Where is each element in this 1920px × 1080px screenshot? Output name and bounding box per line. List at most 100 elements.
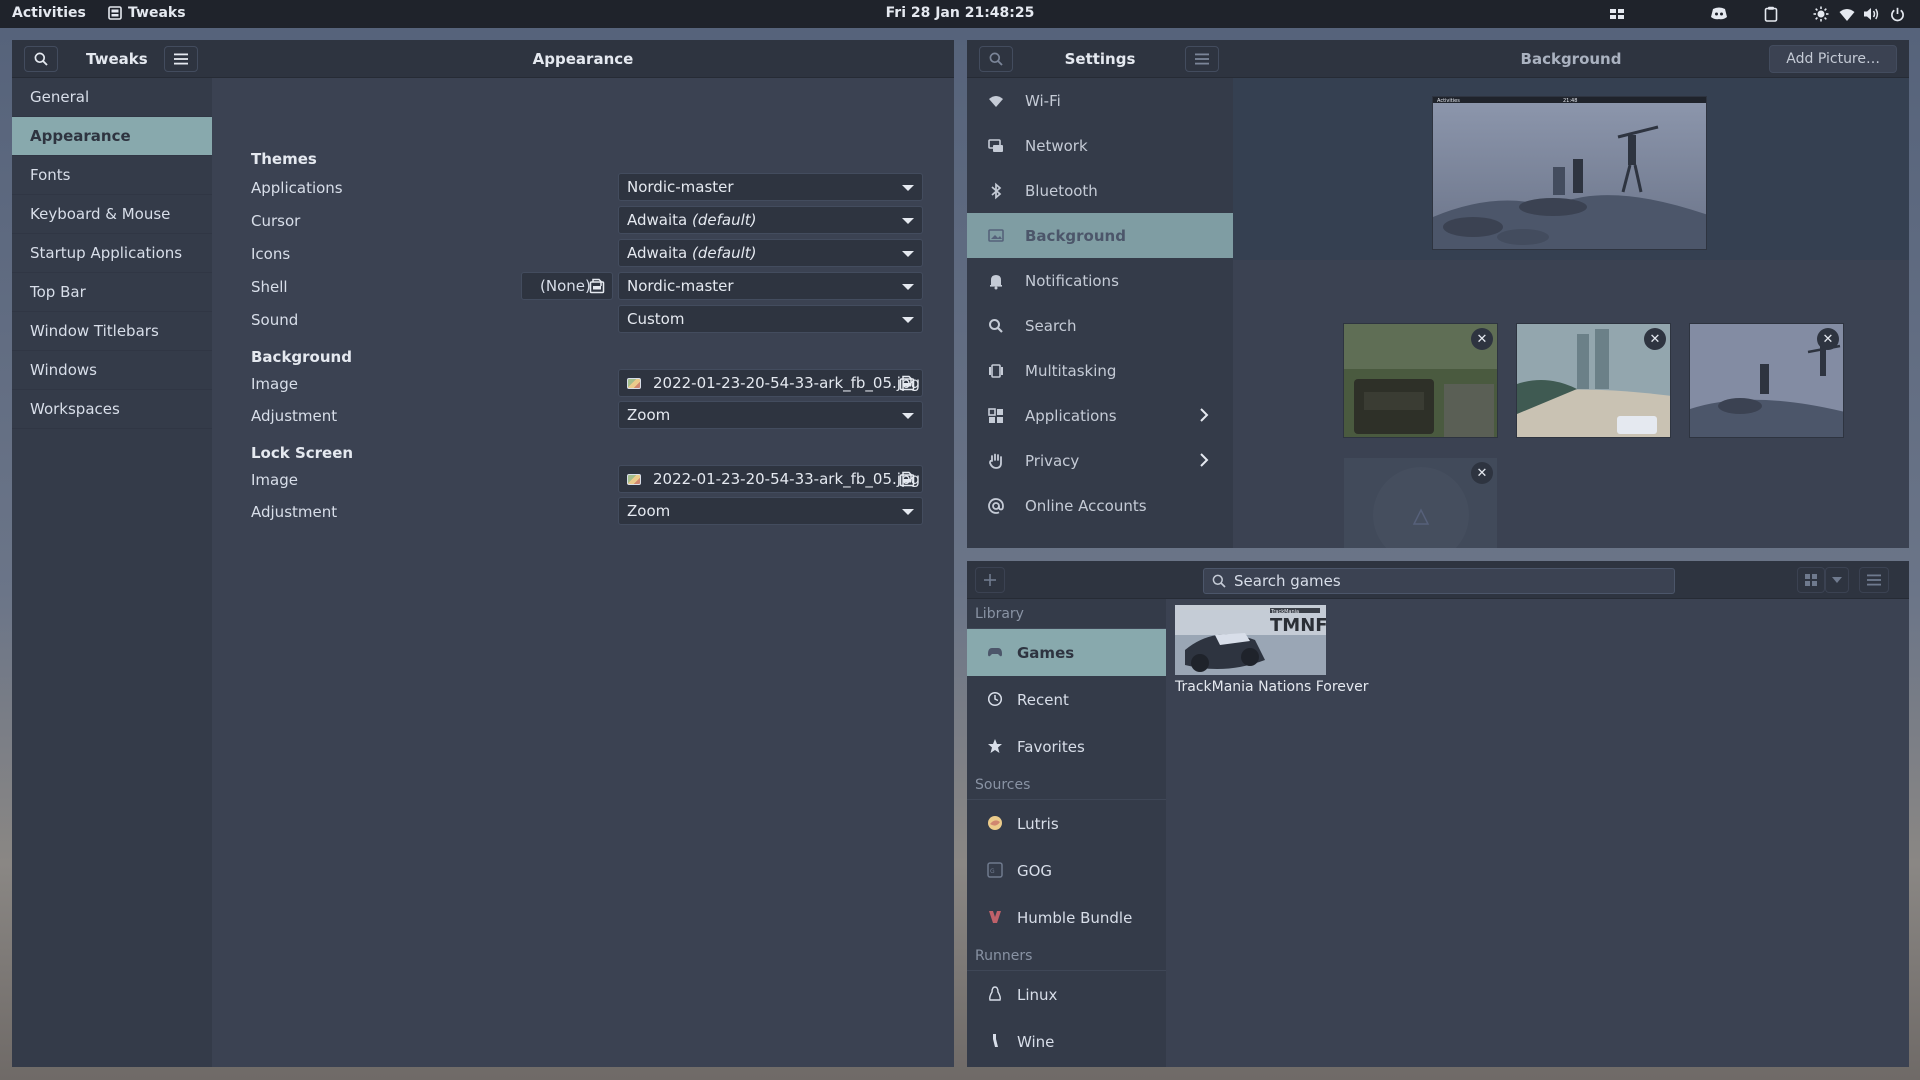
- lockscreen-image-label: Image: [251, 471, 298, 489]
- image-file-icon: [627, 377, 641, 389]
- sidebar-item-general[interactable]: General: [12, 78, 212, 117]
- lockscreen-adjustment-combo[interactable]: Zoom: [618, 497, 923, 525]
- sidebar-item-applications[interactable]: Applications: [967, 393, 1233, 438]
- sidebar-item-fonts[interactable]: Fonts: [12, 156, 212, 195]
- tweaks-menu-button[interactable]: [164, 46, 198, 72]
- sidebar-item-favorites[interactable]: Favorites: [967, 723, 1166, 770]
- wallpaper-thumbnail-1[interactable]: ✕: [1343, 323, 1498, 438]
- library-category-label: Library: [967, 599, 1166, 629]
- window-switcher-icon[interactable]: [1602, 4, 1632, 24]
- sidebar-item-lutris[interactable]: Lutris: [967, 800, 1166, 847]
- sidebar-item-humble-bundle[interactable]: Humble Bundle: [967, 894, 1166, 941]
- background-preview-image: Activities 21:48: [1433, 97, 1706, 249]
- discord-icon[interactable]: [1704, 4, 1734, 24]
- combo-value: Nordic-master: [627, 178, 734, 196]
- sidebar-item-search[interactable]: Search: [967, 303, 1233, 348]
- preview-topbar-clock: 21:48: [1563, 98, 1577, 104]
- applications-theme-combo[interactable]: Nordic-master: [618, 173, 923, 201]
- add-picture-button[interactable]: Add Picture…: [1769, 45, 1897, 73]
- lutris-headerbar: Search games: [967, 561, 1909, 599]
- appearance-panel: Themes Applications Nordic-master Cursor…: [212, 78, 954, 1067]
- lutris-menu-button[interactable]: [1859, 567, 1889, 593]
- bell-icon: [990, 275, 1002, 290]
- remove-wallpaper-button[interactable]: ✕: [1471, 462, 1493, 484]
- lutris-window: Search games Library Games Recent Favori…: [967, 561, 1909, 1067]
- sidebar-item-label: Humble Bundle: [1017, 908, 1133, 927]
- sound-theme-combo[interactable]: Custom: [618, 305, 923, 333]
- shell-none-label: (None): [540, 277, 591, 295]
- network-icon: [988, 139, 1003, 152]
- activities-button[interactable]: Activities: [12, 5, 86, 21]
- sidebar-item-gog[interactable]: G GOG: [967, 847, 1166, 894]
- clipboard-icon[interactable]: [1756, 4, 1786, 24]
- settings-menu-button[interactable]: [1185, 46, 1219, 72]
- dropdown-arrow-icon: [902, 284, 914, 290]
- themes-section-title: Themes: [251, 150, 317, 168]
- volume-icon[interactable]: [1858, 4, 1884, 24]
- shell-file-chooser-button[interactable]: (None): [521, 272, 613, 300]
- wifi-icon[interactable]: [1836, 4, 1858, 24]
- brightness-icon[interactable]: [1806, 4, 1836, 24]
- sidebar-item-online-accounts[interactable]: Online Accounts: [967, 483, 1233, 528]
- wallpaper-thumbnail-2[interactable]: ✕: [1516, 323, 1671, 438]
- search-icon: [1212, 574, 1226, 588]
- cursor-label: Cursor: [251, 212, 301, 230]
- tweaks-page-title: Appearance: [532, 50, 634, 68]
- game-title: TrackMania Nations Forever: [1175, 679, 1369, 695]
- sidebar-item-label: Workspaces: [30, 400, 120, 418]
- sidebar-item-workspaces[interactable]: Workspaces: [12, 390, 212, 429]
- combo-value: Adwaita: [627, 244, 688, 262]
- grid-view-button[interactable]: [1797, 567, 1825, 593]
- sidebar-item-games[interactable]: Games: [967, 629, 1166, 676]
- remove-wallpaper-button[interactable]: ✕: [1644, 328, 1666, 350]
- add-game-button[interactable]: [975, 567, 1005, 593]
- sidebar-item-label: Keyboard & Mouse: [30, 205, 171, 223]
- sidebar-item-bluetooth[interactable]: Bluetooth: [967, 168, 1233, 213]
- humble-icon: [989, 911, 1001, 923]
- sidebar-item-keyboard-mouse[interactable]: Keyboard & Mouse: [12, 195, 212, 234]
- sidebar-item-recent[interactable]: Recent: [967, 676, 1166, 723]
- sidebar-item-startup-applications[interactable]: Startup Applications: [12, 234, 212, 273]
- remove-wallpaper-button[interactable]: ✕: [1817, 328, 1839, 350]
- app-menu[interactable]: Tweaks: [108, 5, 186, 21]
- background-image-chooser[interactable]: 2022-01-23-20-54-33-ark_fb_05.jpg: [618, 369, 923, 397]
- multitasking-icon: [989, 364, 1003, 378]
- wallpaper-thumbnail-3[interactable]: ✕: [1689, 323, 1844, 438]
- sidebar-item-notifications[interactable]: Notifications: [967, 258, 1233, 303]
- icons-label: Icons: [251, 245, 291, 263]
- preview-topbar-activities: Activities: [1437, 98, 1460, 104]
- tweaks-search-button[interactable]: [24, 46, 58, 72]
- chevron-right-icon: [1200, 453, 1209, 467]
- sidebar-item-appearance[interactable]: Appearance: [12, 117, 212, 156]
- sidebar-item-window-titlebars[interactable]: Window Titlebars: [12, 312, 212, 351]
- sidebar-item-linux[interactable]: Linux: [967, 971, 1166, 1018]
- sidebar-item-wine[interactable]: Wine: [967, 1018, 1166, 1065]
- sidebar-item-multitasking[interactable]: Multitasking: [967, 348, 1233, 393]
- game-cover-logo: TMNF: [1270, 615, 1326, 636]
- icons-theme-combo[interactable]: Adwaita (default): [618, 239, 923, 267]
- sidebar-item-background[interactable]: Background: [967, 213, 1233, 258]
- background-adjustment-combo[interactable]: Zoom: [618, 401, 923, 429]
- dropdown-arrow-icon: [902, 185, 914, 191]
- game-search-input[interactable]: Search games: [1203, 568, 1675, 594]
- search-placeholder: Search games: [1234, 572, 1341, 590]
- combo-default-suffix: (default): [692, 244, 757, 262]
- sidebar-item-wifi[interactable]: Wi-Fi: [967, 78, 1233, 123]
- lockscreen-image-chooser[interactable]: 2022-01-23-20-54-33-ark_fb_05.jpg: [618, 465, 923, 493]
- clock[interactable]: Fri 28 Jan 21:48:25: [886, 5, 1035, 21]
- sidebar-item-windows[interactable]: Windows: [12, 351, 212, 390]
- cursor-theme-combo[interactable]: Adwaita (default): [618, 206, 923, 234]
- app-menu-label: Tweaks: [128, 5, 186, 21]
- tweaks-window: Tweaks Appearance General Appearance Fon…: [12, 40, 954, 1067]
- sidebar-item-privacy[interactable]: Privacy: [967, 438, 1233, 483]
- wallpaper-thumbnail-4[interactable]: ✕: [1343, 457, 1498, 548]
- view-options-dropdown[interactable]: [1825, 567, 1849, 593]
- sound-label: Sound: [251, 311, 299, 329]
- power-icon[interactable]: [1884, 4, 1910, 24]
- sidebar-item-network[interactable]: Network: [967, 123, 1233, 168]
- sidebar-item-top-bar[interactable]: Top Bar: [12, 273, 212, 312]
- shell-theme-combo[interactable]: Nordic-master: [618, 272, 923, 300]
- document-open-icon: [899, 375, 915, 391]
- game-card-trackmania[interactable]: TrackMania TMNF TrackMania Nations Forev…: [1175, 605, 1369, 695]
- remove-wallpaper-button[interactable]: ✕: [1471, 328, 1493, 350]
